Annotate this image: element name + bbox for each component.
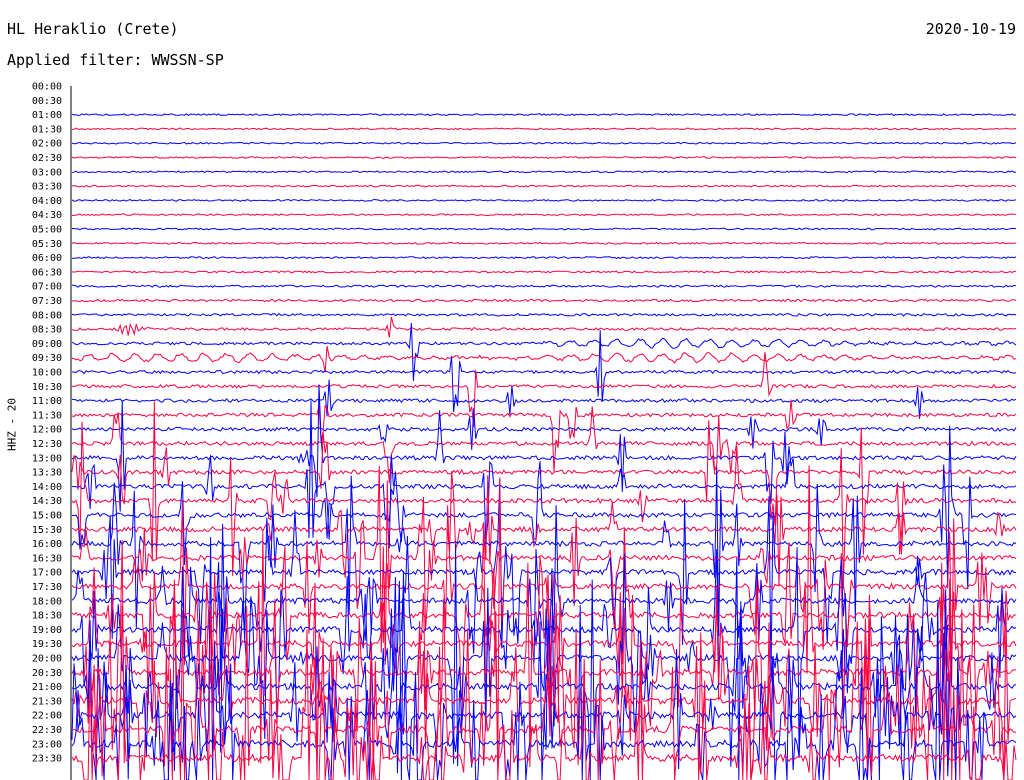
trace-row [71, 256, 1017, 260]
seismic-traces [71, 113, 1017, 780]
row-label: 23:00 [32, 739, 62, 750]
trace-row [71, 346, 1017, 373]
row-label: 02:00 [32, 139, 62, 150]
trace-row [71, 479, 1017, 678]
row-label: 22:30 [32, 725, 62, 736]
trace-row [71, 113, 1017, 117]
row-label: 15:30 [32, 525, 62, 536]
row-label: 15:00 [32, 511, 62, 522]
row-label: 12:30 [32, 439, 62, 450]
row-label: 00:30 [32, 96, 62, 107]
row-label: 18:00 [32, 596, 62, 607]
trace-row [71, 400, 1017, 549]
row-label: 20:00 [32, 654, 62, 665]
trace-row [71, 316, 1017, 338]
trace-row [71, 298, 1017, 303]
trace-row [71, 156, 1017, 159]
trace-row [71, 270, 1017, 274]
trace-row [71, 241, 1017, 245]
row-label: 03:00 [32, 167, 62, 178]
row-label: 19:30 [32, 639, 62, 650]
trace-row [72, 227, 1017, 231]
trace-row [71, 213, 1016, 217]
trace-row [71, 284, 1017, 288]
helicorder-plot: 00:00 00:30 01:00 01:30 02:00 02:30 03:00 03:30… [32, 82, 1017, 780]
row-label: 21:00 [32, 682, 62, 693]
trace-row [71, 170, 1016, 174]
trace-row [71, 379, 1017, 419]
row-label: 17:00 [32, 568, 62, 579]
trace-row [71, 399, 1017, 472]
row-label: 12:00 [32, 425, 62, 436]
row-label: 04:00 [32, 196, 62, 207]
row-label: 23:30 [32, 754, 62, 765]
row-label: 01:30 [32, 124, 62, 135]
row-label: 00:00 [32, 82, 62, 93]
row-label: 04:30 [32, 210, 62, 221]
row-label: 17:30 [32, 582, 62, 593]
row-label: 22:00 [32, 711, 62, 722]
row-label: 02:30 [32, 153, 62, 164]
row-label: 03:30 [32, 182, 62, 193]
row-label: 16:30 [32, 553, 62, 564]
trace-row [71, 127, 1017, 131]
row-label: 10:30 [32, 382, 62, 393]
row-label: 13:30 [32, 468, 62, 479]
row-label: 09:30 [32, 353, 62, 364]
row-label: 13:00 [32, 453, 62, 464]
row-label: 09:00 [32, 339, 62, 350]
row-label: 11:30 [32, 410, 62, 421]
row-label: 18:30 [32, 611, 62, 622]
trace-row [71, 351, 1017, 428]
row-label: 05:00 [32, 225, 62, 236]
trace-row [71, 141, 1017, 145]
row-label: 14:00 [32, 482, 62, 493]
row-label: 05:30 [32, 239, 62, 250]
row-label: 11:00 [32, 396, 62, 407]
row-label: 20:30 [32, 668, 62, 679]
row-label: 19:00 [32, 625, 62, 636]
trace-row [72, 425, 1017, 590]
row-label: 08:30 [32, 325, 62, 336]
row-label: 10:00 [32, 368, 62, 379]
time-labels: 00:00 00:30 01:00 01:30 02:00 02:30 03:00 03:30… [32, 82, 62, 765]
row-label: 16:00 [32, 539, 62, 550]
row-label: 07:30 [32, 296, 62, 307]
row-label: 01:00 [32, 110, 62, 121]
row-label: 06:30 [32, 267, 62, 278]
row-label: 14:30 [32, 496, 62, 507]
row-label: 21:30 [32, 696, 62, 707]
row-label: 07:00 [32, 282, 62, 293]
row-label: 08:00 [32, 310, 62, 321]
trace-row [71, 312, 1017, 317]
trace-row [71, 184, 1017, 188]
trace-row [71, 199, 1017, 202]
row-label: 06:00 [32, 253, 62, 264]
